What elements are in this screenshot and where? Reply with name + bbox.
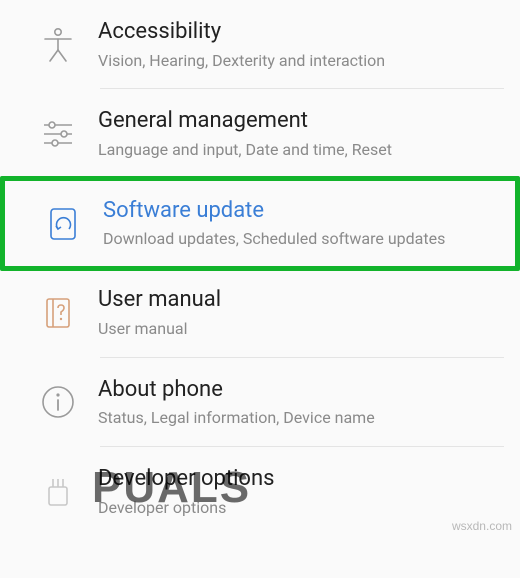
settings-item-about-phone[interactable]: About phone Status, Legal information, D… — [0, 358, 520, 447]
developer-icon — [18, 473, 98, 511]
settings-item-title: User manual — [98, 286, 502, 315]
settings-item-title: General management — [98, 107, 502, 136]
settings-item-title: Software update — [103, 197, 497, 226]
accessibility-icon — [18, 26, 98, 64]
settings-item-text: General management Language and input, D… — [98, 107, 502, 160]
settings-item-subtitle: Download updates, Scheduled software upd… — [103, 229, 497, 250]
settings-item-subtitle: User manual — [98, 319, 502, 340]
settings-item-user-manual[interactable]: User manual User manual — [0, 268, 520, 357]
settings-item-subtitle: Vision, Hearing, Dexterity and interacti… — [98, 51, 502, 72]
settings-list: Accessibility Vision, Hearing, Dexterity… — [0, 0, 520, 578]
watermark-site: wsxdn.com — [452, 519, 512, 533]
settings-item-developer-options[interactable]: Developer options Developer options — [0, 447, 520, 578]
watermark-brand: PUALS — [92, 463, 251, 513]
settings-item-text: About phone Status, Legal information, D… — [98, 376, 502, 429]
settings-item-text: Accessibility Vision, Hearing, Dexterity… — [98, 18, 502, 71]
settings-item-subtitle: Language and input, Date and time, Reset — [98, 140, 502, 161]
settings-item-subtitle: Status, Legal information, Device name — [98, 408, 502, 429]
info-icon — [18, 383, 98, 421]
settings-item-text: User manual User manual — [98, 286, 502, 339]
sliders-icon — [18, 115, 98, 153]
manual-icon — [18, 294, 98, 332]
settings-item-title: About phone — [98, 376, 502, 405]
software-update-icon — [23, 204, 103, 242]
settings-item-text: Software update Download updates, Schedu… — [103, 197, 497, 250]
settings-item-general-management[interactable]: General management Language and input, D… — [0, 89, 520, 178]
settings-item-title: Accessibility — [98, 18, 502, 47]
settings-item-accessibility[interactable]: Accessibility Vision, Hearing, Dexterity… — [0, 0, 520, 89]
settings-item-software-update[interactable]: Software update Download updates, Schedu… — [0, 176, 520, 271]
